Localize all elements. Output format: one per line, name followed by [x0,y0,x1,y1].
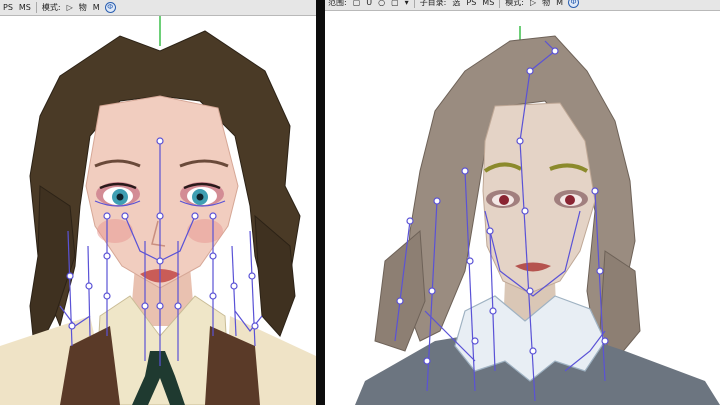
toolbar-object-button[interactable]: 物 [76,1,90,15]
toolbar-ms-button[interactable]: MS [16,1,34,15]
toolbar-ps-button[interactable]: PS [463,0,479,10]
pane-divider [316,0,325,405]
toolbar-circle-button[interactable]: ○ [375,0,388,10]
toolbar-object-button[interactable]: 物 [539,0,553,10]
toolbar-separator [35,2,37,13]
toolbar-ms-button[interactable]: MS [479,0,497,10]
toolbar-range-label: 范围: [328,0,347,7]
toolbar-ps-button[interactable]: PS [0,1,16,15]
right-viewport-pane: 范围: ▢ Ü ○ ▢ ▾ 子目录: 选 PS MS 模式: ▷ 物 M Ф [325,0,720,405]
play-icon[interactable]: ▷ [64,1,76,15]
left-viewport-pane: PS MS 模式: ▷ 物 M Ф [0,0,316,405]
globe-icon[interactable]: Ф [104,2,116,13]
toolbar-mode-label: 模式: [505,0,524,7]
globe-icon[interactable]: Ф [568,0,580,8]
right-character-render [355,26,720,405]
toolbar-m-button[interactable]: M [90,1,103,15]
toolbar-subdir-label: 子目录: [419,0,447,7]
left-character-render [0,16,316,405]
toolbar-square-button[interactable]: ▢ [388,0,402,10]
toolbar-u-button[interactable]: Ü [363,0,375,10]
chevron-down-icon[interactable]: ▾ [402,0,412,10]
toolbar-mode-label: 模式: [41,2,61,12]
toolbar-separator [413,0,415,8]
toolbar-select-button[interactable]: 选 [449,0,463,10]
play-icon[interactable]: ▷ [527,0,539,10]
toolbar-separator [499,0,501,8]
right-3d-viewport[interactable] [325,11,720,405]
left-3d-viewport[interactable] [0,16,316,405]
right-toolbar: 范围: ▢ Ü ○ ▢ ▾ 子目录: 选 PS MS 模式: ▷ 物 M Ф [325,0,720,11]
toolbar-m-button[interactable]: M [553,0,566,10]
left-toolbar: PS MS 模式: ▷ 物 M Ф [0,0,316,16]
toolbar-box-button[interactable]: ▢ [350,0,364,10]
